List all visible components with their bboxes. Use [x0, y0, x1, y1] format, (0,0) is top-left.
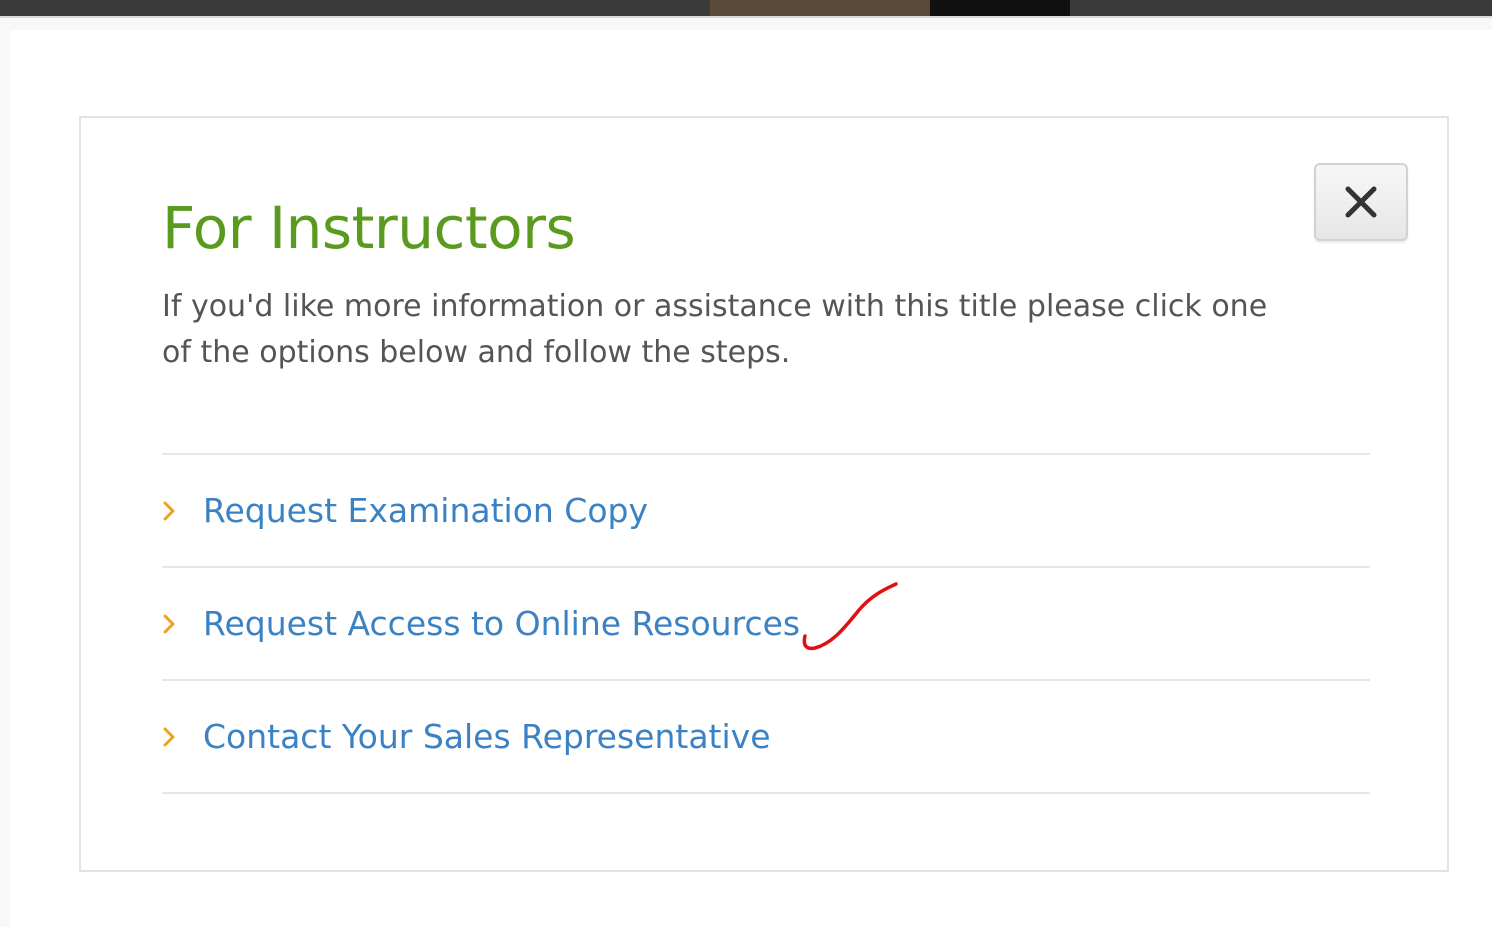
chevron-right-icon [162, 609, 186, 639]
instructor-options-list: Request Examination Copy Request Access … [162, 453, 1370, 794]
option-request-access-online-resources[interactable]: Request Access to Online Resources [162, 568, 1370, 681]
option-label[interactable]: Contact Your Sales Representative [203, 717, 771, 757]
option-request-examination-copy[interactable]: Request Examination Copy [162, 455, 1370, 568]
option-contact-sales-representative[interactable]: Contact Your Sales Representative [162, 681, 1370, 794]
option-label[interactable]: Request Access to Online Resources [203, 604, 800, 644]
background-image-fragment-dark [930, 0, 1070, 16]
chevron-right-icon [162, 496, 186, 526]
for-instructors-modal: For Instructors If you'd like more infor… [79, 116, 1449, 872]
background-image-fragment [710, 0, 930, 16]
background-page-strip [0, 0, 1492, 18]
modal-title: For Instructors [162, 194, 576, 262]
option-label[interactable]: Request Examination Copy [203, 491, 648, 531]
modal-intro-text: If you'd like more information or assist… [162, 289, 1268, 370]
page: For Instructors If you'd like more infor… [0, 0, 1492, 927]
close-x-icon [1345, 186, 1377, 218]
modal-backdrop: For Instructors If you'd like more infor… [10, 30, 1492, 927]
chevron-right-icon [162, 722, 186, 752]
close-button[interactable] [1314, 163, 1408, 241]
